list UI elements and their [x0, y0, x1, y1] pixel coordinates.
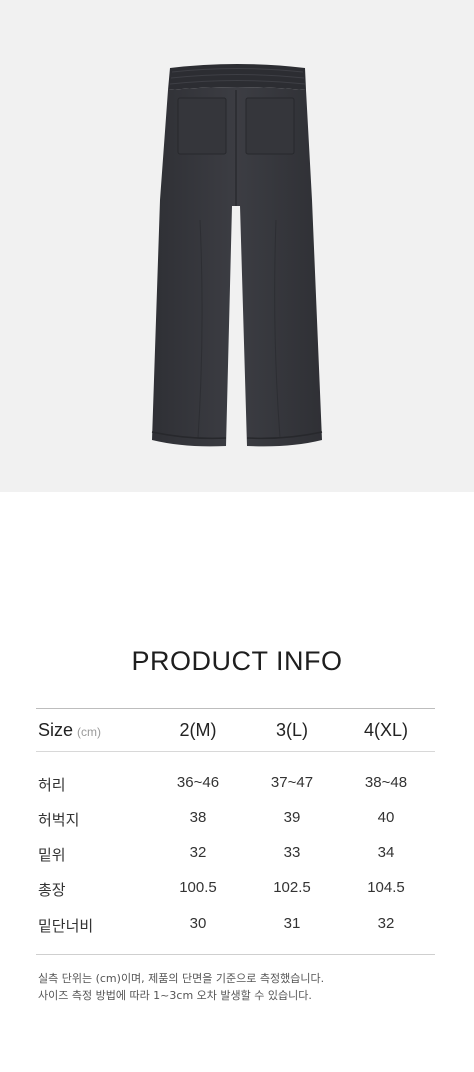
- note-line: 실측 단위는 (cm)이며, 제품의 단면을 기준으로 측정했습니다.: [38, 972, 325, 985]
- column-header-l: 3(L): [275, 720, 308, 740]
- table-cell: 30: [189, 915, 207, 932]
- row-label-length: 총장: [38, 881, 66, 899]
- table-cell: 33: [283, 844, 301, 861]
- table-cell: 37~47: [270, 774, 314, 791]
- product-photo: [0, 0, 474, 492]
- table-cell: 100.5: [179, 879, 217, 896]
- table-cell: 34: [377, 844, 395, 861]
- table-top-rule: [36, 708, 435, 709]
- waistband: [168, 64, 306, 90]
- measurement-notes: 실측 단위는 (cm)이며, 제품의 단면을 기준으로 측정했습니다. 사이즈 …: [38, 970, 324, 1004]
- table-cell: 38: [189, 809, 207, 826]
- column-header-xl: 4(XL): [363, 720, 408, 740]
- note-line: 사이즈 측정 방법에 따라 1~3cm 오차 발생할 수 있습니다.: [38, 989, 312, 1002]
- size-header: Size (cm): [38, 720, 101, 741]
- row-label-thigh: 허벅지: [38, 811, 80, 829]
- table-cell: 38~48: [364, 774, 408, 791]
- table-cell: 31: [283, 915, 301, 932]
- column-header-m: 2(M): [179, 720, 217, 740]
- pants-illustration: [151, 64, 323, 447]
- table-cell: 39: [283, 809, 301, 826]
- row-label-waist: 허리: [38, 776, 66, 794]
- size-header-label: Size: [38, 720, 74, 740]
- right-back-pocket: [245, 97, 295, 155]
- table-cell: 102.5: [273, 879, 311, 896]
- row-label-rise: 밑위: [38, 846, 66, 864]
- table-cell: 104.5: [367, 879, 405, 896]
- table-cell: 40: [377, 809, 395, 826]
- table-bottom-rule: [36, 954, 435, 955]
- section-title: PRODUCT INFO: [131, 646, 343, 676]
- table-cell: 32: [377, 915, 395, 932]
- size-header-unit: (cm): [77, 725, 102, 739]
- table-cell: 32: [189, 844, 207, 861]
- row-label-hem-width: 밑단너비: [38, 917, 94, 935]
- left-back-pocket: [177, 97, 227, 155]
- table-header-rule: [36, 751, 435, 752]
- table-cell: 36~46: [176, 774, 220, 791]
